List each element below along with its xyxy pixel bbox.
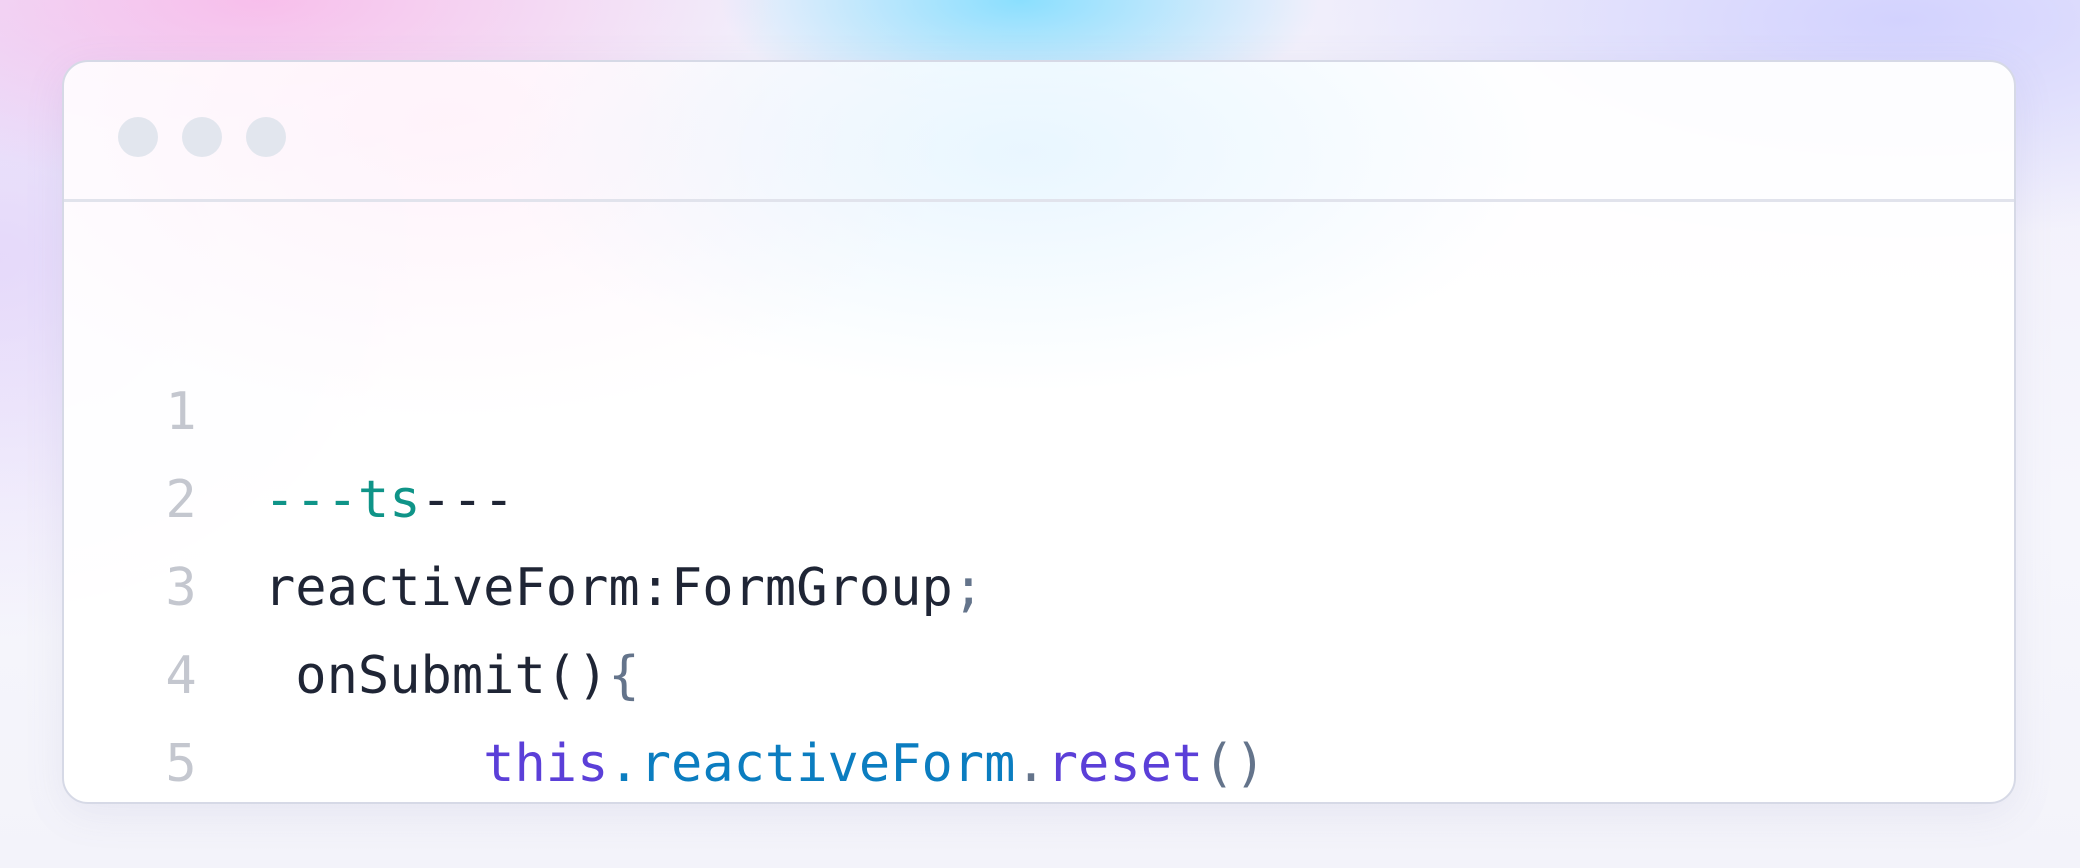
line-number: 5: [165, 734, 197, 794]
line-content: this.reactiveForm.reset(): [264, 720, 1266, 802]
code-token: .: [608, 734, 640, 794]
code-block: 1 ---ts--- 2 reactiveForm:FormGroup; 3 o…: [64, 280, 2014, 794]
code-token: this: [483, 734, 609, 794]
code-line: 3 onSubmit(){: [64, 456, 2014, 706]
code-token: (): [1203, 734, 1266, 794]
code-line: 4 this.reactiveForm.reset(): [64, 544, 2014, 794]
code-token: .: [1015, 734, 1047, 794]
code-line: 2 reactiveForm:FormGroup;: [64, 368, 2014, 618]
code-window: 1 ---ts--- 2 reactiveForm:FormGroup; 3 o…: [62, 60, 2016, 804]
window-minimize-dot-icon: [182, 117, 222, 157]
code-token: reactiveForm: [639, 734, 1016, 794]
window-close-dot-icon: [118, 117, 158, 157]
code-line: 5 }: [64, 632, 2014, 794]
code-line: 1 ---ts---: [64, 280, 2014, 530]
code-token: reset: [1046, 734, 1204, 794]
window-maximize-dot-icon: [246, 117, 286, 157]
window-titlebar: [64, 62, 2014, 202]
